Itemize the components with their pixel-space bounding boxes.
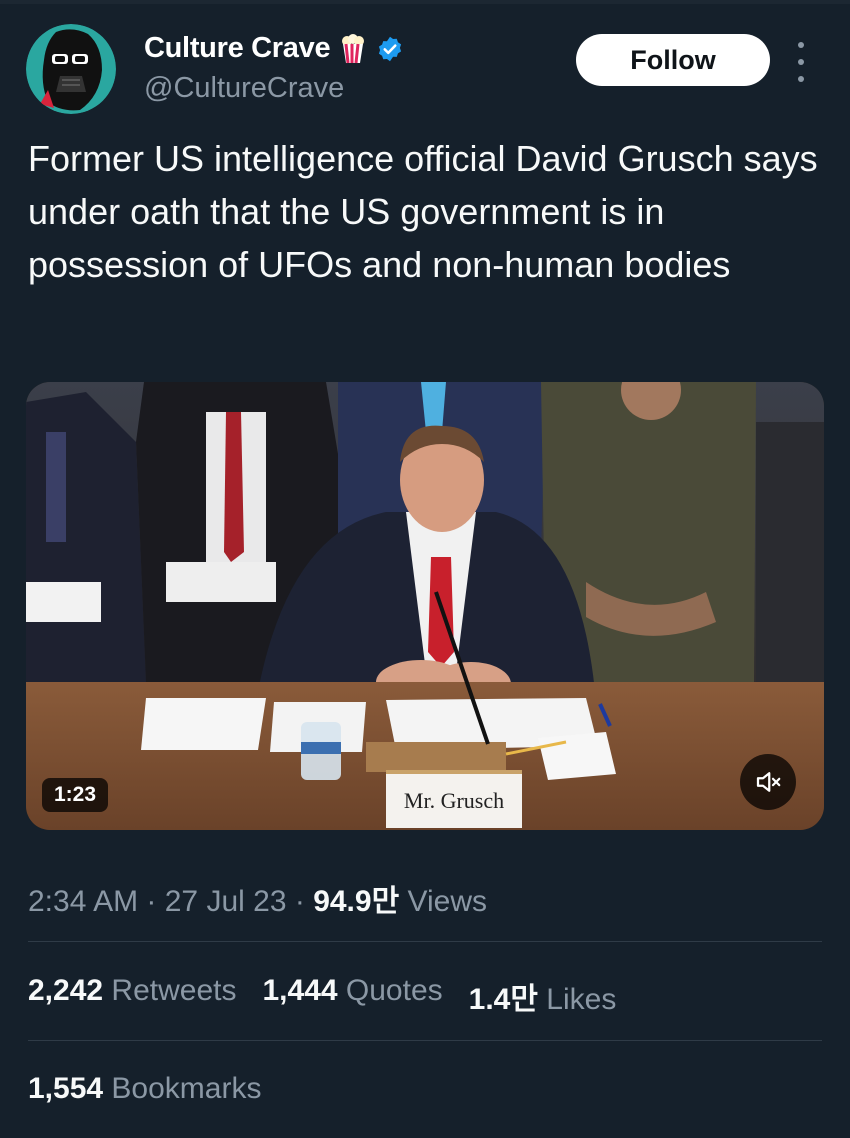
quotes-label: Quotes: [345, 974, 443, 1007]
likes-stat[interactable]: 1.4만 Likes: [469, 974, 617, 1018]
video-duration-badge: 1:23: [42, 778, 109, 812]
retweets-count: 2,242: [28, 974, 104, 1007]
bookmarks-label: Bookmarks: [111, 1072, 262, 1105]
views-label: Views: [407, 885, 488, 918]
top-edge: [0, 0, 850, 4]
more-options-icon[interactable]: [794, 42, 808, 82]
separator-dot: ·: [294, 885, 314, 918]
likes-label: Likes: [546, 983, 617, 1016]
author-handle[interactable]: @CultureCrave: [144, 72, 344, 105]
follow-button[interactable]: Follow: [576, 34, 770, 86]
divider: [28, 1040, 822, 1041]
views-count: 94.9만: [313, 885, 400, 918]
tweet-text: Former US intelligence official David Gr…: [28, 138, 818, 285]
divider: [28, 941, 822, 942]
author-avatar[interactable]: [26, 24, 116, 114]
bookmarks-stat[interactable]: 1,554 Bookmarks: [28, 1072, 261, 1106]
verified-badge-icon: [379, 36, 402, 61]
engagement-stats: 2,242 Retweets 1,444 Quotes 1.4만 Likes: [28, 974, 616, 1018]
retweets-label: Retweets: [111, 974, 237, 1007]
tweet-time[interactable]: 2:34 AM: [28, 885, 138, 918]
speaker-muted-icon: [756, 772, 781, 792]
mute-button[interactable]: [740, 754, 796, 810]
tweet-date[interactable]: 27 Jul 23: [165, 885, 287, 918]
bookmarks-count: 1,554: [28, 1072, 104, 1105]
tweet-metadata: 2:34 AM · 27 Jul 23 · 94.9만 Views: [28, 876, 487, 920]
quotes-stat[interactable]: 1,444 Quotes: [262, 974, 442, 1018]
author-name[interactable]: Culture Crave: [144, 32, 331, 65]
likes-count: 1.4만: [468, 983, 538, 1016]
video-player[interactable]: Mr. Grusch 1:23: [26, 382, 824, 830]
darth-vader-avatar-icon: [26, 24, 116, 114]
quotes-count: 1,444: [262, 974, 338, 1007]
tweet-header: Culture Crave @CultureCrave Follow: [26, 24, 826, 116]
nameplate: Mr. Grusch: [386, 770, 522, 828]
video-frame: [26, 382, 824, 830]
separator-dot: ·: [146, 885, 165, 918]
retweets-stat[interactable]: 2,242 Retweets: [28, 974, 236, 1018]
popcorn-icon: [342, 33, 365, 63]
